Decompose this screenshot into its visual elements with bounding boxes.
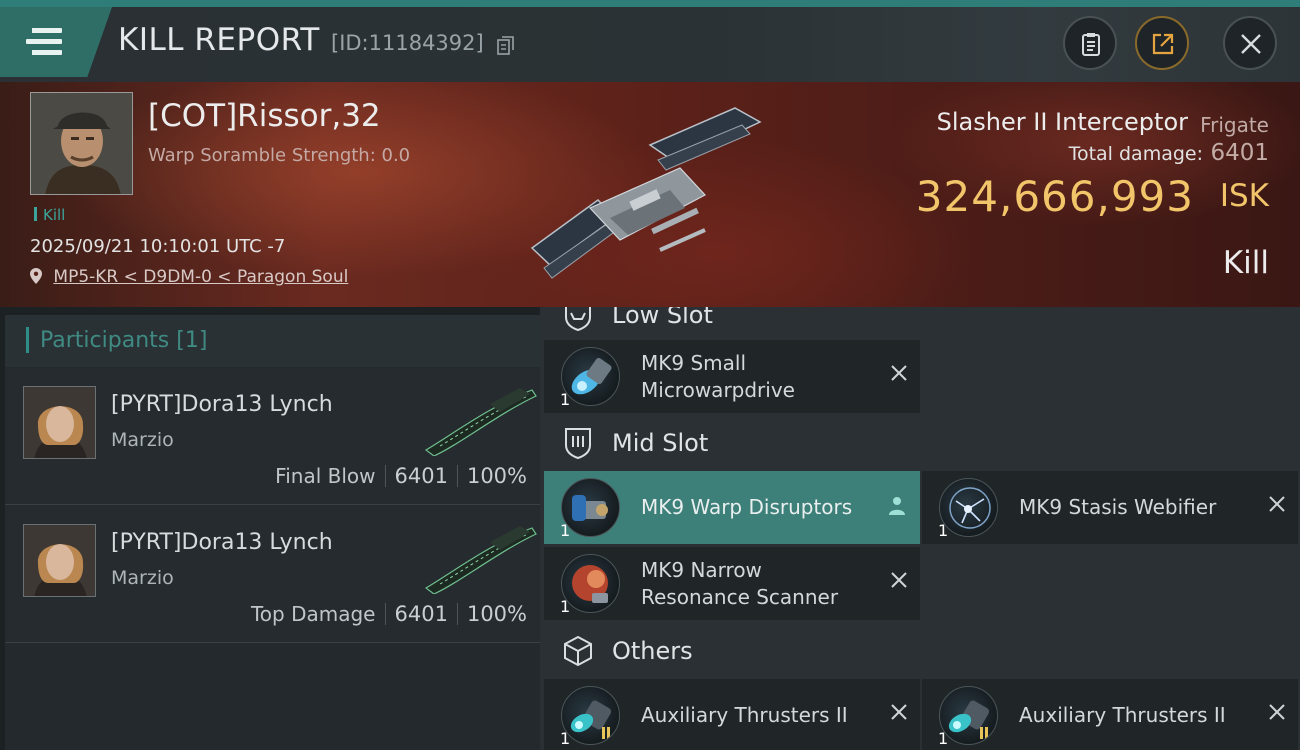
mid-slot-icon	[565, 428, 591, 460]
participant-ship: Marzio	[111, 429, 174, 451]
victim-portrait[interactable]	[30, 92, 133, 195]
participants-panel: Participants [1] [PYRT]Dora13 Lynch Marz…	[5, 315, 540, 750]
participant-damage: 6401	[394, 602, 448, 626]
isk-value: 324,666,993	[915, 172, 1194, 221]
user-icon	[889, 497, 905, 515]
module-name: Auxiliary Thrusters II	[641, 703, 848, 727]
participant-damage: 6401	[394, 464, 448, 488]
kill-timestamp: 2025/09/21 10:10:01 UTC -7	[30, 236, 286, 257]
others-header: Others	[540, 623, 1300, 679]
participant-ship: Marzio	[111, 567, 174, 589]
location-pin-icon	[30, 268, 42, 284]
mid-slot-header: Mid Slot	[540, 415, 1300, 471]
destroyed-x-icon	[891, 704, 907, 720]
participant-stats: Top Damage 6401 100%	[251, 602, 527, 626]
destroyed-x-icon	[1269, 704, 1285, 720]
total-damage-value: 6401	[1210, 140, 1269, 166]
participant-avatar	[23, 524, 96, 597]
total-damage-label: Total damage:	[1068, 143, 1203, 165]
warp-scramble-strength: Warp Soramble Strength: 0.0	[148, 145, 411, 166]
module-warp-disruptors[interactable]: 1 MK9 Warp Disruptors	[544, 471, 920, 544]
module-name: Auxiliary Thrusters II	[1019, 703, 1226, 727]
participant-avatar	[23, 386, 96, 459]
module-name: MK9 Narrow Resonance Scanner	[641, 558, 839, 609]
export-button[interactable]	[1135, 16, 1189, 70]
module-stasis-webifier[interactable]: 1 MK9 Stasis Webifier	[922, 471, 1298, 544]
participant-label: Final Blow	[275, 464, 376, 488]
low-slot-header: Low Slot	[540, 307, 1300, 343]
page-title: KILL REPORT	[118, 22, 320, 58]
participant-stats: Final Blow 6401 100%	[275, 464, 527, 488]
participants-header: Participants [1]	[5, 315, 540, 367]
top-accent-line	[0, 0, 1300, 7]
participant-ship-image	[424, 388, 537, 456]
participant-row[interactable]: [PYRT]Dora13 Lynch Marzio Final Blow 6401…	[5, 368, 540, 505]
clipboard-icon	[1082, 33, 1100, 56]
participants-count: [1]	[176, 328, 208, 353]
export-icon	[1152, 33, 1174, 55]
module-quantity: 1	[560, 597, 571, 616]
kill-result: Kill	[1222, 245, 1269, 281]
participant-name[interactable]: [PYRT]Dora13 Lynch	[111, 530, 333, 555]
participants-title: Participants	[40, 328, 170, 353]
module-small-microwarpdrive[interactable]: 1 MK9 Small Microwarpdrive	[544, 340, 920, 413]
participant-row[interactable]: [PYRT]Dora13 Lynch Marzio Top Damage 6401…	[5, 506, 540, 643]
location-link[interactable]: MP5-KR < D9DM-0 < Paragon Soul	[53, 267, 348, 287]
low-slot-icon	[565, 307, 591, 332]
fitting-panel: Low Slot 1 MK9 Small Microwarpdrive Mid	[540, 307, 1300, 750]
module-name: MK9 Warp Disruptors	[641, 495, 853, 519]
clipboard-button[interactable]	[1063, 16, 1117, 70]
participant-name[interactable]: [PYRT]Dora13 Lynch	[111, 392, 333, 417]
participant-label: Top Damage	[250, 602, 376, 626]
victim-ship-name[interactable]: Slasher II Interceptor	[937, 108, 1188, 136]
cube-icon	[564, 635, 592, 667]
module-quantity: 1	[560, 729, 571, 748]
close-icon	[1241, 34, 1261, 54]
report-id: [ID:11184392]	[331, 31, 484, 55]
module-quantity: 1	[560, 390, 571, 409]
module-name: MK9 Small Microwarpdrive	[641, 351, 795, 402]
destroyed-x-icon	[1269, 496, 1285, 512]
low-slot-label: Low Slot	[612, 307, 713, 329]
mid-slot-label: Mid Slot	[612, 429, 709, 457]
module-quantity: 1	[938, 521, 949, 540]
participant-percent: 100%	[466, 464, 527, 488]
close-button[interactable]	[1223, 16, 1277, 70]
module-auxiliary-thrusters[interactable]: 1 Auxiliary Thrusters II	[922, 679, 1298, 750]
module-narrow-resonance-scanner[interactable]: 1 MK9 Narrow Resonance Scanner	[544, 547, 920, 620]
participant-percent: 100%	[466, 602, 527, 626]
destroyed-x-icon	[891, 572, 907, 588]
victim-name[interactable]: [COT]Rissor,32	[148, 98, 381, 134]
module-auxiliary-thrusters[interactable]: 1 Auxiliary Thrusters II	[544, 679, 920, 750]
victim-ship-class: Frigate	[1200, 113, 1269, 137]
kill-location[interactable]: MP5-KR < D9DM-0 < Paragon Soul	[30, 267, 348, 287]
copy-icon[interactable]	[497, 36, 514, 55]
participant-ship-image	[424, 526, 537, 594]
victim-ship-image[interactable]	[520, 100, 770, 290]
kill-tag: Kill	[34, 206, 65, 224]
destroyed-x-icon	[891, 365, 907, 381]
others-label: Others	[612, 637, 693, 665]
module-quantity: 1	[938, 729, 949, 748]
isk-unit: ISK	[1219, 178, 1269, 214]
module-name: MK9 Stasis Webifier	[1019, 495, 1217, 519]
module-quantity: 1	[560, 521, 571, 540]
